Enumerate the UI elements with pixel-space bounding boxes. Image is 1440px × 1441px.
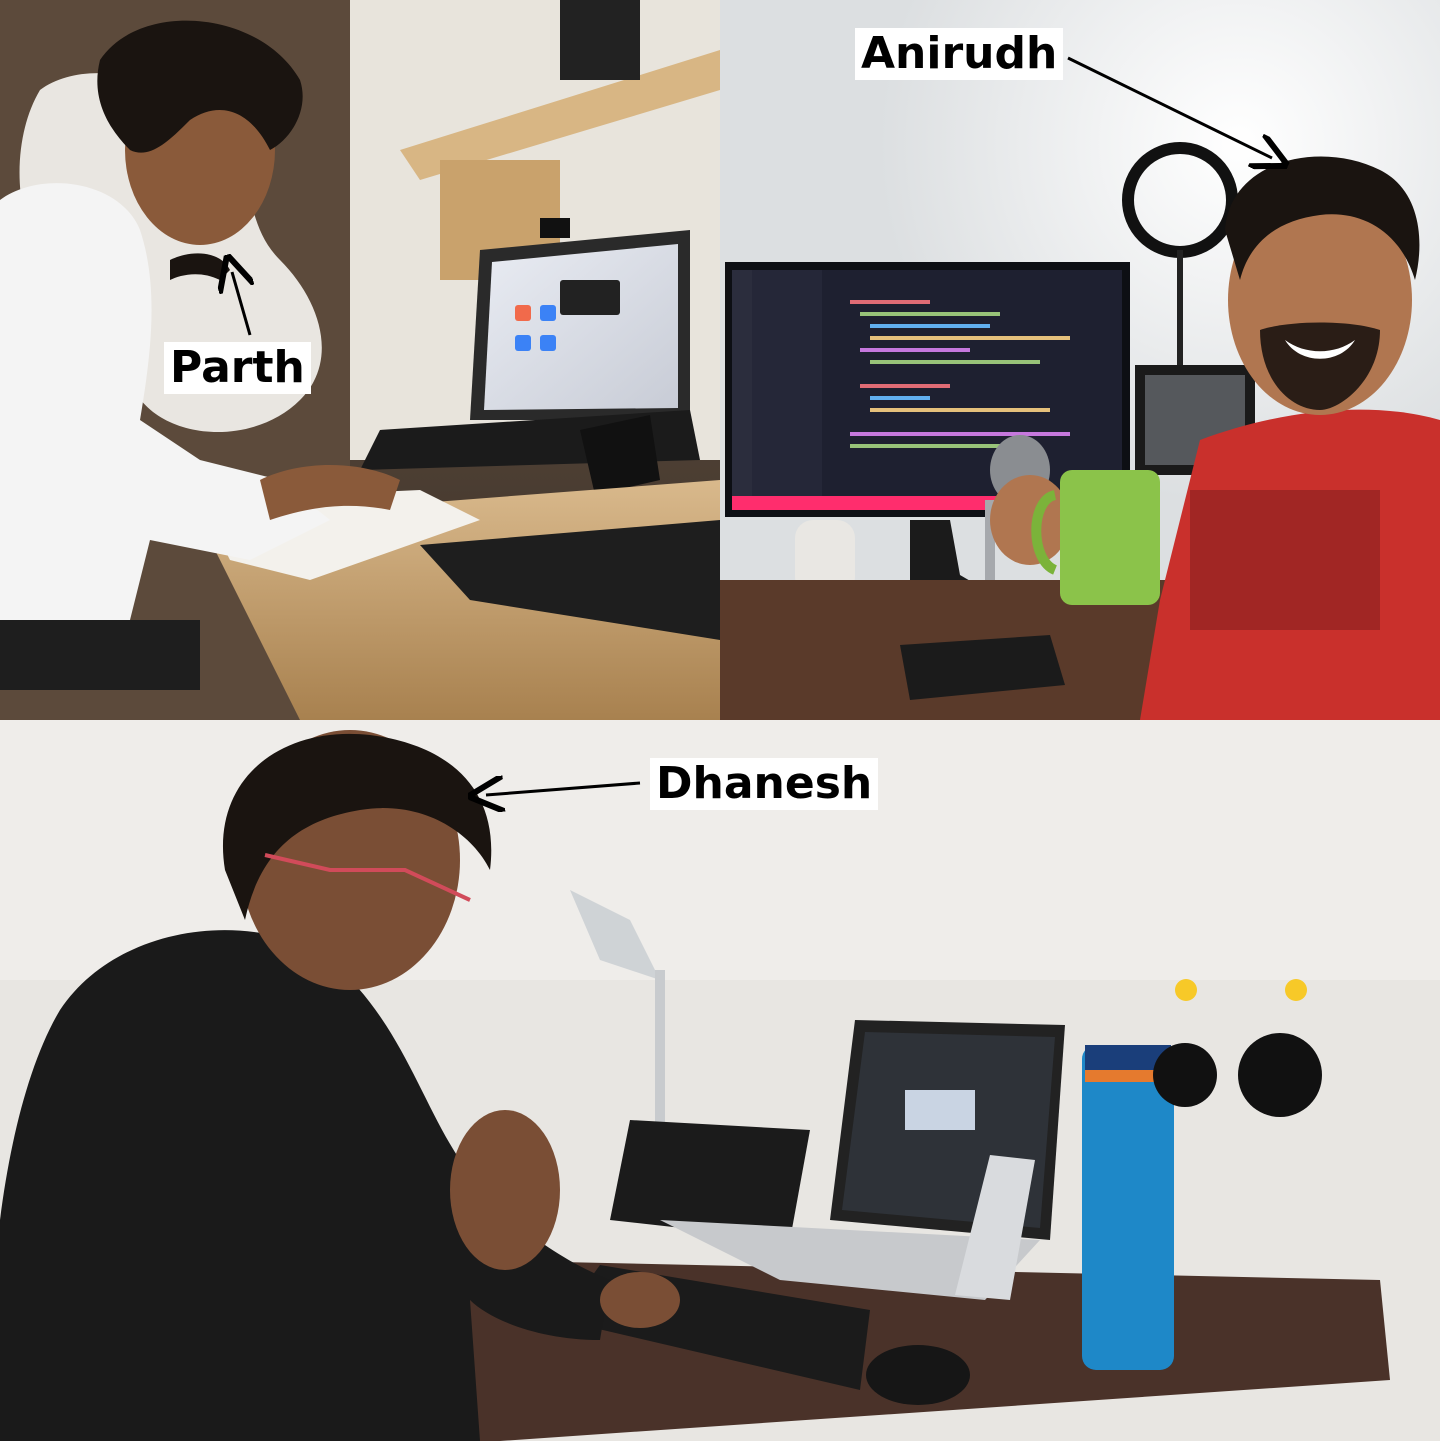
label-dhanesh: Dhanesh (650, 758, 879, 810)
photo-parth (0, 0, 720, 720)
smiley-icon (1285, 979, 1307, 1001)
person-thumbs-up (450, 1110, 560, 1270)
smiley-icon (1175, 979, 1197, 1001)
cup (560, 0, 640, 80)
tablet (610, 1120, 810, 1240)
person-hand (990, 475, 1070, 565)
laptop-screen (484, 244, 678, 410)
photo-anirudh (720, 0, 1440, 720)
label-parth: Parth (164, 342, 311, 394)
parth-scene (0, 0, 720, 720)
anirudh-scene (720, 0, 1440, 720)
mug (1060, 470, 1160, 605)
mouse (866, 1345, 970, 1405)
person-hand (600, 1272, 680, 1328)
webcam (540, 218, 570, 238)
photo-dhanesh (0, 720, 1440, 1441)
label-anirudh: Anirudh (855, 28, 1064, 80)
dhanesh-scene (0, 720, 1440, 1441)
earphone-case (1153, 1043, 1217, 1107)
chair (0, 620, 200, 690)
earphone-case (1238, 1033, 1322, 1117)
